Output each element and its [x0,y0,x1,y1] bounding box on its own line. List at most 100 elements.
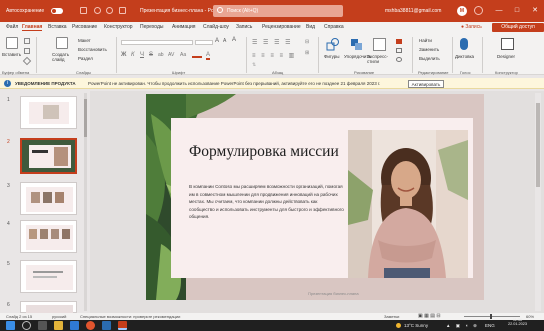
microphone-icon[interactable] [460,38,468,50]
search-icon[interactable] [22,321,31,330]
new-slide-icon[interactable] [56,37,68,49]
task-view-icon[interactable] [38,321,47,330]
weather-text[interactable]: 13°C Sunny [404,320,428,331]
quick-styles-icon[interactable] [373,38,386,51]
close-button[interactable]: ✕ [524,0,544,22]
slide-thumbnail[interactable] [20,96,77,129]
tab-home[interactable]: Главная [22,24,43,31]
case-icon[interactable]: Aa [180,52,186,58]
align-text-icon[interactable]: ⊟ [305,39,309,45]
shrink-font-icon[interactable]: A [223,38,226,44]
record-button[interactable]: ● Запись [461,24,482,30]
text-direction-icon[interactable]: ⇅ [252,62,256,68]
shadow-icon[interactable]: ab [158,52,164,58]
shapes-button[interactable]: Фигуры [324,54,340,59]
avatar[interactable]: M [457,6,467,16]
powerpoint-icon[interactable] [118,321,127,330]
zoom-level[interactable]: 60% [526,313,534,320]
tab-help[interactable]: Справка [324,24,344,30]
slide-thumbnail[interactable] [20,301,77,313]
cut-icon[interactable] [24,38,30,44]
layout-button[interactable]: Макет [78,38,91,43]
zoom-slider[interactable] [464,316,520,317]
feedback-icon[interactable] [474,6,483,15]
tab-view[interactable]: Вид [306,24,315,30]
thumbnail-scrollbar[interactable] [84,93,87,311]
dictation-button[interactable]: Диктовка [455,54,474,59]
select-button[interactable]: Выделить [419,56,440,61]
view-buttons[interactable]: ▣ ▦ ▤ ⊟ [418,313,441,320]
outline-icon[interactable] [396,48,402,53]
input-language[interactable]: ENG [485,320,495,331]
tab-animations[interactable]: Анимация [172,24,195,30]
browser-icon[interactable] [86,321,95,330]
woman-photo[interactable] [348,130,468,278]
tab-transitions[interactable]: Переходы [140,24,163,30]
effects-icon[interactable] [396,57,402,62]
autosave-toggle[interactable] [51,8,63,14]
redo-icon[interactable] [106,7,113,14]
clock[interactable]: 11:36 22.01.2023 [508,318,527,326]
paste-button[interactable]: Вставить [2,52,21,57]
italic-icon[interactable]: К [131,52,135,58]
align-icons[interactable]: ≡ ≡ ≡ ≡ ▥ [252,52,296,59]
spacing-icon[interactable]: AV [168,52,174,58]
user-email[interactable]: mshba38811@gmail.com [385,8,441,14]
designer-button[interactable]: Designer [497,54,515,59]
reset-button[interactable]: Восстановить [78,47,107,52]
bold-icon[interactable]: Ж [121,52,126,58]
grow-font-icon[interactable]: A [215,38,219,44]
fill-icon[interactable] [396,39,402,44]
tab-design[interactable]: Конструктор [104,24,133,30]
tab-slideshow[interactable]: Слайд-шоу [203,24,229,30]
underline-icon[interactable]: Ч [140,52,144,58]
tab-file[interactable]: Файл [6,24,18,30]
shapes-icon[interactable] [326,38,339,51]
clear-format-icon[interactable]: A [232,37,236,43]
arrange-icon[interactable] [350,38,363,51]
weather-icon[interactable] [396,323,401,328]
share-button[interactable]: Общий доступ [492,23,544,32]
slide-title[interactable]: Формулировка миссии [189,144,339,160]
font-color-icon[interactable]: A [206,52,211,60]
present-icon[interactable] [119,7,126,14]
file-explorer-icon[interactable] [54,321,63,330]
tab-review[interactable]: Рецензирование [262,24,301,30]
section-button[interactable]: Раздел [78,56,93,61]
word-icon[interactable] [102,321,111,330]
slide-thumbnail[interactable] [20,260,77,293]
strikethrough-icon[interactable]: S [149,52,153,58]
find-button[interactable]: Найти [419,38,432,43]
activate-button[interactable]: Активировать [408,80,444,88]
slide-body-text[interactable]: В компании Contoso мы расширяем возможно… [189,183,344,221]
tray-icons[interactable]: ▲ ▣ ◖ ⊕ [446,320,479,331]
undo-icon[interactable] [94,7,101,14]
font-size-select[interactable] [195,40,213,45]
windows-start-icon[interactable] [6,321,15,330]
copy-icon[interactable] [24,48,30,54]
replace-button[interactable]: Заменить [419,47,439,52]
tab-insert[interactable]: Вставка [48,24,67,30]
list-icons[interactable]: ☰ ☰ ☰ ☰ [252,39,293,46]
tab-draw[interactable]: Рисование [72,24,97,30]
quick-styles-button[interactable]: Экспресс-стили [367,54,393,64]
slide-thumbnail-selected[interactable] [20,138,77,174]
editor-scrollbar[interactable] [535,93,541,311]
notes-button[interactable]: Заметки [384,313,399,320]
tab-record[interactable]: Запись [236,24,252,30]
highlight-color-icon[interactable] [192,52,202,58]
paste-icon[interactable] [6,37,18,49]
smartart-icon[interactable]: ⊞ [305,50,309,56]
zoom-slider-thumb[interactable] [490,314,492,319]
mail-icon[interactable] [70,321,79,330]
new-slide-button[interactable]: Создать слайд [52,52,74,62]
slide-number: 6 [7,302,10,308]
designer-icon[interactable] [501,38,514,50]
search-input[interactable]: Поиск (Alt+Q) [213,5,343,17]
font-name-select[interactable] [121,40,193,45]
save-icon[interactable] [80,7,87,14]
accessibility-check[interactable]: Специальные возможности: проверьте реком… [80,313,180,320]
language-indicator[interactable]: русский [52,313,66,320]
slide-thumbnail[interactable] [20,182,77,215]
slide-thumbnail[interactable] [20,220,77,253]
